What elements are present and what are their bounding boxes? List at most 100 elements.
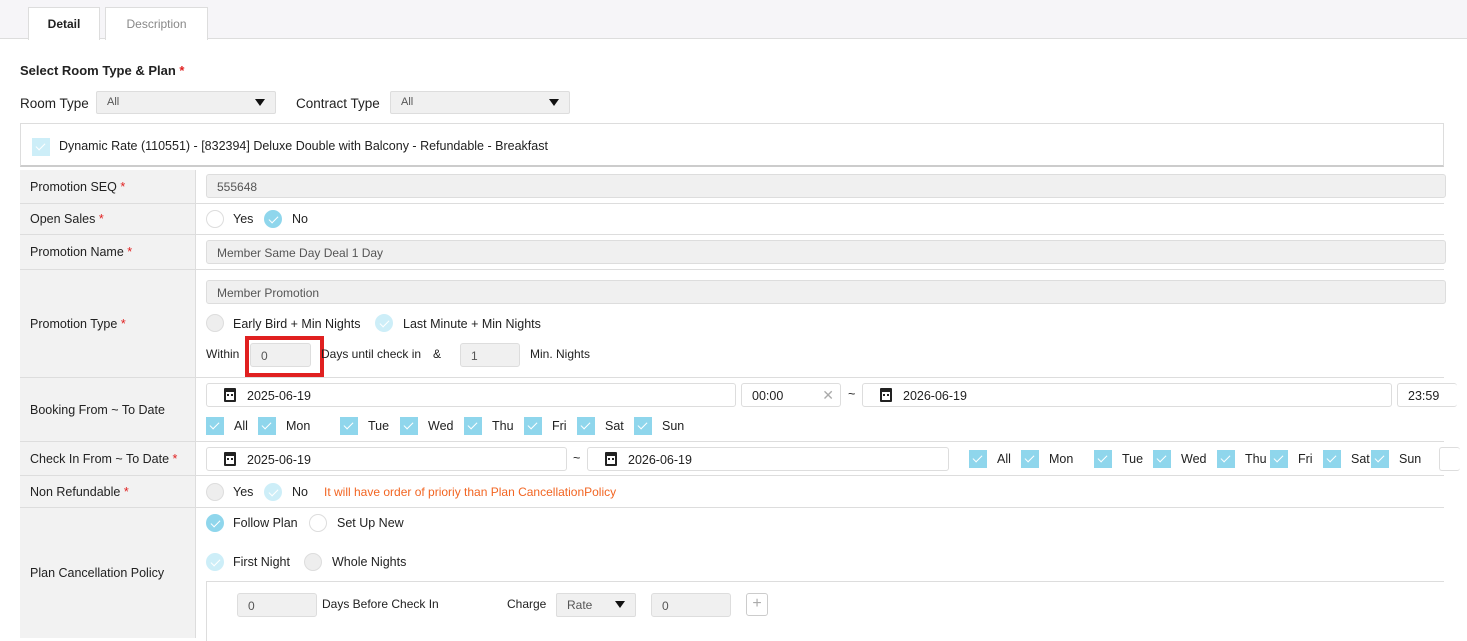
promotion-seq-input[interactable]: 555648 (206, 174, 1446, 198)
follow-plan-radio[interactable] (206, 514, 224, 532)
day-checkbox-all[interactable] (206, 417, 224, 435)
early-bird-radio[interactable] (206, 314, 224, 332)
first-night-radio[interactable] (206, 553, 224, 571)
chevron-down-icon (615, 601, 625, 608)
day-checkbox-sun[interactable] (634, 417, 652, 435)
day-label: Thu (1245, 452, 1267, 466)
day-label: Sat (1351, 452, 1370, 466)
day-checkbox-thu[interactable] (1217, 450, 1235, 468)
booking-from-date-input[interactable]: 2025-06-19 (206, 383, 736, 407)
day-label: Sat (605, 419, 624, 433)
day-label: Tue (1122, 452, 1144, 466)
tab-bar: Detail Description (0, 0, 1467, 40)
highlight-box (245, 336, 324, 377)
non-refundable-yes-radio[interactable] (206, 483, 224, 501)
day-label: All (997, 452, 1011, 466)
range-separator: ~ (573, 451, 581, 465)
day-checkbox-thu[interactable] (464, 417, 482, 435)
min-nights-input[interactable]: 1 (460, 343, 520, 367)
calendar-icon (880, 388, 892, 402)
radio-label: No (292, 485, 308, 499)
field-label: Promotion Type * (20, 270, 196, 377)
field-label: Booking From ~ To Date (20, 378, 196, 441)
field-label: Check In From ~ To Date * (20, 442, 196, 475)
non-refundable-no-radio[interactable] (264, 483, 282, 501)
day-checkbox-fri[interactable] (524, 417, 542, 435)
promotion-type-input[interactable]: Member Promotion (206, 280, 1446, 304)
range-separator: ~ (848, 387, 856, 401)
clear-icon[interactable]: ✕ (822, 387, 834, 404)
whole-nights-radio[interactable] (304, 553, 322, 571)
field-label: Promotion SEQ * (20, 170, 196, 203)
ampersand: & (433, 347, 442, 361)
room-type-select[interactable]: All (96, 91, 276, 114)
day-checkbox-sat[interactable] (1323, 450, 1341, 468)
days-before-input[interactable]: 0 (237, 593, 317, 617)
non-refundable-note: It will have order of prioriy than Plan … (324, 485, 617, 499)
open-sales-no-radio[interactable] (264, 210, 282, 228)
row-checkin-dates: Check In From ~ To Date * 2025-06-19 ~ 2… (20, 442, 1460, 476)
booking-from-time-input[interactable]: 00:00 ✕ (741, 383, 841, 407)
day-label: Fri (552, 419, 567, 433)
day-label: Mon (286, 419, 311, 433)
checkin-from-date-input[interactable]: 2025-06-19 (206, 447, 567, 471)
chevron-down-icon (255, 99, 265, 106)
day-label: All (234, 419, 248, 433)
radio-label: Set Up New (337, 516, 404, 530)
day-checkbox-wed[interactable] (1153, 450, 1171, 468)
add-rule-button[interactable]: + (746, 593, 768, 616)
day-checkbox-mon[interactable] (1021, 450, 1039, 468)
day-checkbox-tue[interactable] (340, 417, 358, 435)
radio-label: Last Minute + Min Nights (403, 317, 541, 331)
contract-type-select[interactable]: All (390, 91, 570, 114)
field-label: Open Sales * (20, 204, 196, 234)
plan-checkbox[interactable] (32, 138, 50, 156)
checkin-to-date-input[interactable]: 2026-06-19 (587, 447, 949, 471)
row-open-sales: Open Sales * Yes No (20, 204, 1444, 235)
charge-type-select[interactable]: Rate (556, 593, 636, 617)
calendar-icon (605, 452, 617, 466)
cancellation-rule-box: 0 Days Before Check In Charge Rate 0 + (206, 581, 1444, 641)
days-before-label: Days Before Check In (322, 597, 439, 611)
setup-new-radio[interactable] (309, 514, 327, 532)
checkin-extra-input[interactable] (1439, 447, 1460, 471)
booking-to-time-input[interactable]: 23:59 (1397, 383, 1457, 407)
radio-label: Early Bird + Min Nights (233, 317, 361, 331)
day-label: Mon (1049, 452, 1074, 466)
calendar-icon (224, 388, 236, 402)
day-label: Sun (1399, 452, 1422, 466)
radio-label: Whole Nights (332, 555, 407, 569)
day-checkbox-tue[interactable] (1094, 450, 1112, 468)
row-non-refundable: Non Refundable * Yes No It will have ord… (20, 476, 1444, 508)
chevron-down-icon (549, 99, 559, 106)
day-checkbox-sun[interactable] (1371, 450, 1389, 468)
row-booking-dates: Booking From ~ To Date 2025-06-19 00:00 ✕… (20, 378, 1457, 442)
tab-description[interactable]: Description (105, 7, 208, 40)
day-checkbox-all[interactable] (969, 450, 987, 468)
row-promotion-type: Promotion Type * Member Promotion Early … (20, 270, 1446, 378)
radio-label: Yes (233, 485, 254, 499)
day-label: Thu (492, 419, 514, 433)
tab-detail[interactable]: Detail (28, 7, 100, 40)
calendar-icon (224, 452, 236, 466)
day-checkbox-sat[interactable] (577, 417, 595, 435)
booking-to-date-input[interactable]: 2026-06-19 (862, 383, 1392, 407)
plan-label: Dynamic Rate (110551) - [832394] Deluxe … (59, 139, 548, 153)
open-sales-yes-radio[interactable] (206, 210, 224, 228)
plan-list: Dynamic Rate (110551) - [832394] Deluxe … (20, 123, 1444, 167)
row-promotion-name: Promotion Name * Member Same Day Deal 1 … (20, 235, 1446, 270)
last-minute-radio[interactable] (375, 314, 393, 332)
day-label: Wed (1181, 452, 1207, 466)
day-label: Fri (1298, 452, 1313, 466)
section-title: Select Room Type & Plan * (20, 63, 185, 78)
day-label: Tue (368, 419, 390, 433)
within-label: Within (206, 347, 240, 361)
charge-value-input[interactable]: 0 (651, 593, 731, 617)
day-checkbox-mon[interactable] (258, 417, 276, 435)
tab-label: Detail (47, 17, 81, 31)
day-checkbox-wed[interactable] (400, 417, 418, 435)
promotion-name-input[interactable]: Member Same Day Deal 1 Day (206, 240, 1446, 264)
radio-label: Follow Plan (233, 516, 298, 530)
contract-type-label: Contract Type (296, 96, 380, 111)
day-checkbox-fri[interactable] (1270, 450, 1288, 468)
